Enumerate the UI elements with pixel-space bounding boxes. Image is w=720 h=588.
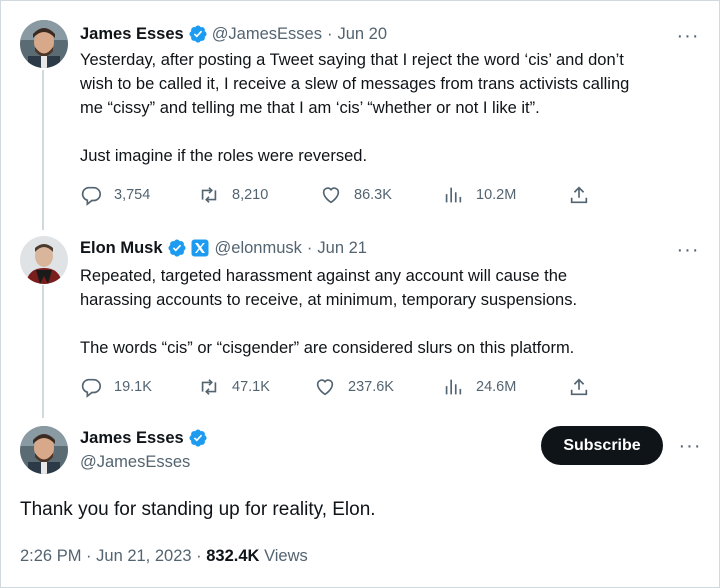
views-chart-icon <box>445 379 462 395</box>
thread-line <box>42 285 44 418</box>
author-name[interactable]: James Esses <box>80 24 184 44</box>
author-name[interactable]: James Esses <box>80 428 184 448</box>
tweet-date[interactable]: Jun 21 <box>317 238 367 258</box>
tweet-timestamp-row: 2:26 PM · Jun 21, 2023 · 832.4K Views <box>20 544 308 568</box>
views-button[interactable]: 10.2M <box>442 184 568 206</box>
share-button[interactable] <box>568 184 602 206</box>
retweet-icon <box>201 187 217 203</box>
retweet-count: 8,210 <box>232 187 269 203</box>
heart-icon <box>316 379 334 396</box>
tweet1-actions: 3,754 8,210 86.3K 10.2M <box>80 183 602 207</box>
heart-icon <box>322 187 340 204</box>
views-chart-icon <box>445 187 462 203</box>
tweet-full-date[interactable]: Jun 21, 2023 <box>96 547 191 565</box>
more-options-icon[interactable]: ··· <box>676 240 700 264</box>
reply-count: 19.1K <box>114 379 152 395</box>
verified-badge-icon <box>167 238 187 258</box>
author-handle[interactable]: @JamesEsses <box>80 452 190 472</box>
views-label: Views <box>264 547 308 565</box>
main-tweet-name-row: James Esses <box>80 428 212 448</box>
share-icon <box>570 186 588 204</box>
main-tweet-handle-row: @JamesEsses <box>80 452 190 472</box>
separator-dot: · <box>306 239 313 257</box>
like-count: 237.6K <box>348 379 394 395</box>
tweet-time[interactable]: 2:26 PM <box>20 547 81 565</box>
x-affiliate-badge-icon[interactable] <box>191 239 209 257</box>
tweet1-header: James Esses @JamesEsses · Jun 20 <box>80 24 387 44</box>
like-button[interactable]: 86.3K <box>320 184 442 206</box>
author-name[interactable]: Elon Musk <box>80 238 163 258</box>
reply-button[interactable]: 3,754 <box>80 184 198 206</box>
separator-dot: · <box>86 547 92 565</box>
author-handle[interactable]: @JamesEsses <box>212 24 322 44</box>
reply-icon <box>81 378 101 398</box>
retweet-button[interactable]: 47.1K <box>198 376 314 398</box>
like-count: 86.3K <box>354 187 392 203</box>
retweet-count: 47.1K <box>232 379 270 395</box>
tweet2-actions: 19.1K 47.1K 237.6K 24.6M <box>80 375 602 399</box>
reply-count: 3,754 <box>114 187 151 203</box>
views-button[interactable]: 24.6M <box>442 376 568 398</box>
tweet-date[interactable]: Jun 20 <box>337 24 387 44</box>
verified-badge-icon <box>188 24 208 44</box>
separator-dot: · <box>326 25 333 43</box>
views-total: 832.4K <box>206 547 260 565</box>
views-count: 24.6M <box>476 379 517 395</box>
share-button[interactable] <box>568 376 602 398</box>
avatar-elon-musk[interactable] <box>20 236 68 284</box>
share-icon <box>570 378 588 396</box>
retweet-icon <box>201 379 217 395</box>
thread-line <box>42 70 44 230</box>
more-options-icon[interactable]: ··· <box>676 26 700 50</box>
views-count: 10.2M <box>476 187 517 203</box>
main-tweet-text: Thank you for standing up for reality, E… <box>20 499 376 520</box>
tweet2-header: Elon Musk @elonmusk · Jun 21 <box>80 238 367 258</box>
avatar-james-esses[interactable] <box>20 20 68 68</box>
reply-icon <box>81 186 101 206</box>
subscribe-button[interactable]: Subscribe <box>541 426 663 465</box>
reply-button[interactable]: 19.1K <box>80 376 198 398</box>
tweet1-text: Yesterday, after posting a Tweet saying … <box>80 51 630 165</box>
separator-dot: · <box>196 547 202 565</box>
verified-badge-icon <box>188 428 208 448</box>
tweet2-text: Repeated, targeted harassment against an… <box>80 267 578 357</box>
retweet-button[interactable]: 8,210 <box>198 184 320 206</box>
more-options-icon[interactable]: ··· <box>678 436 702 460</box>
like-button[interactable]: 237.6K <box>314 376 442 398</box>
author-handle[interactable]: @elonmusk <box>215 238 302 258</box>
avatar-james-esses[interactable] <box>20 426 68 474</box>
